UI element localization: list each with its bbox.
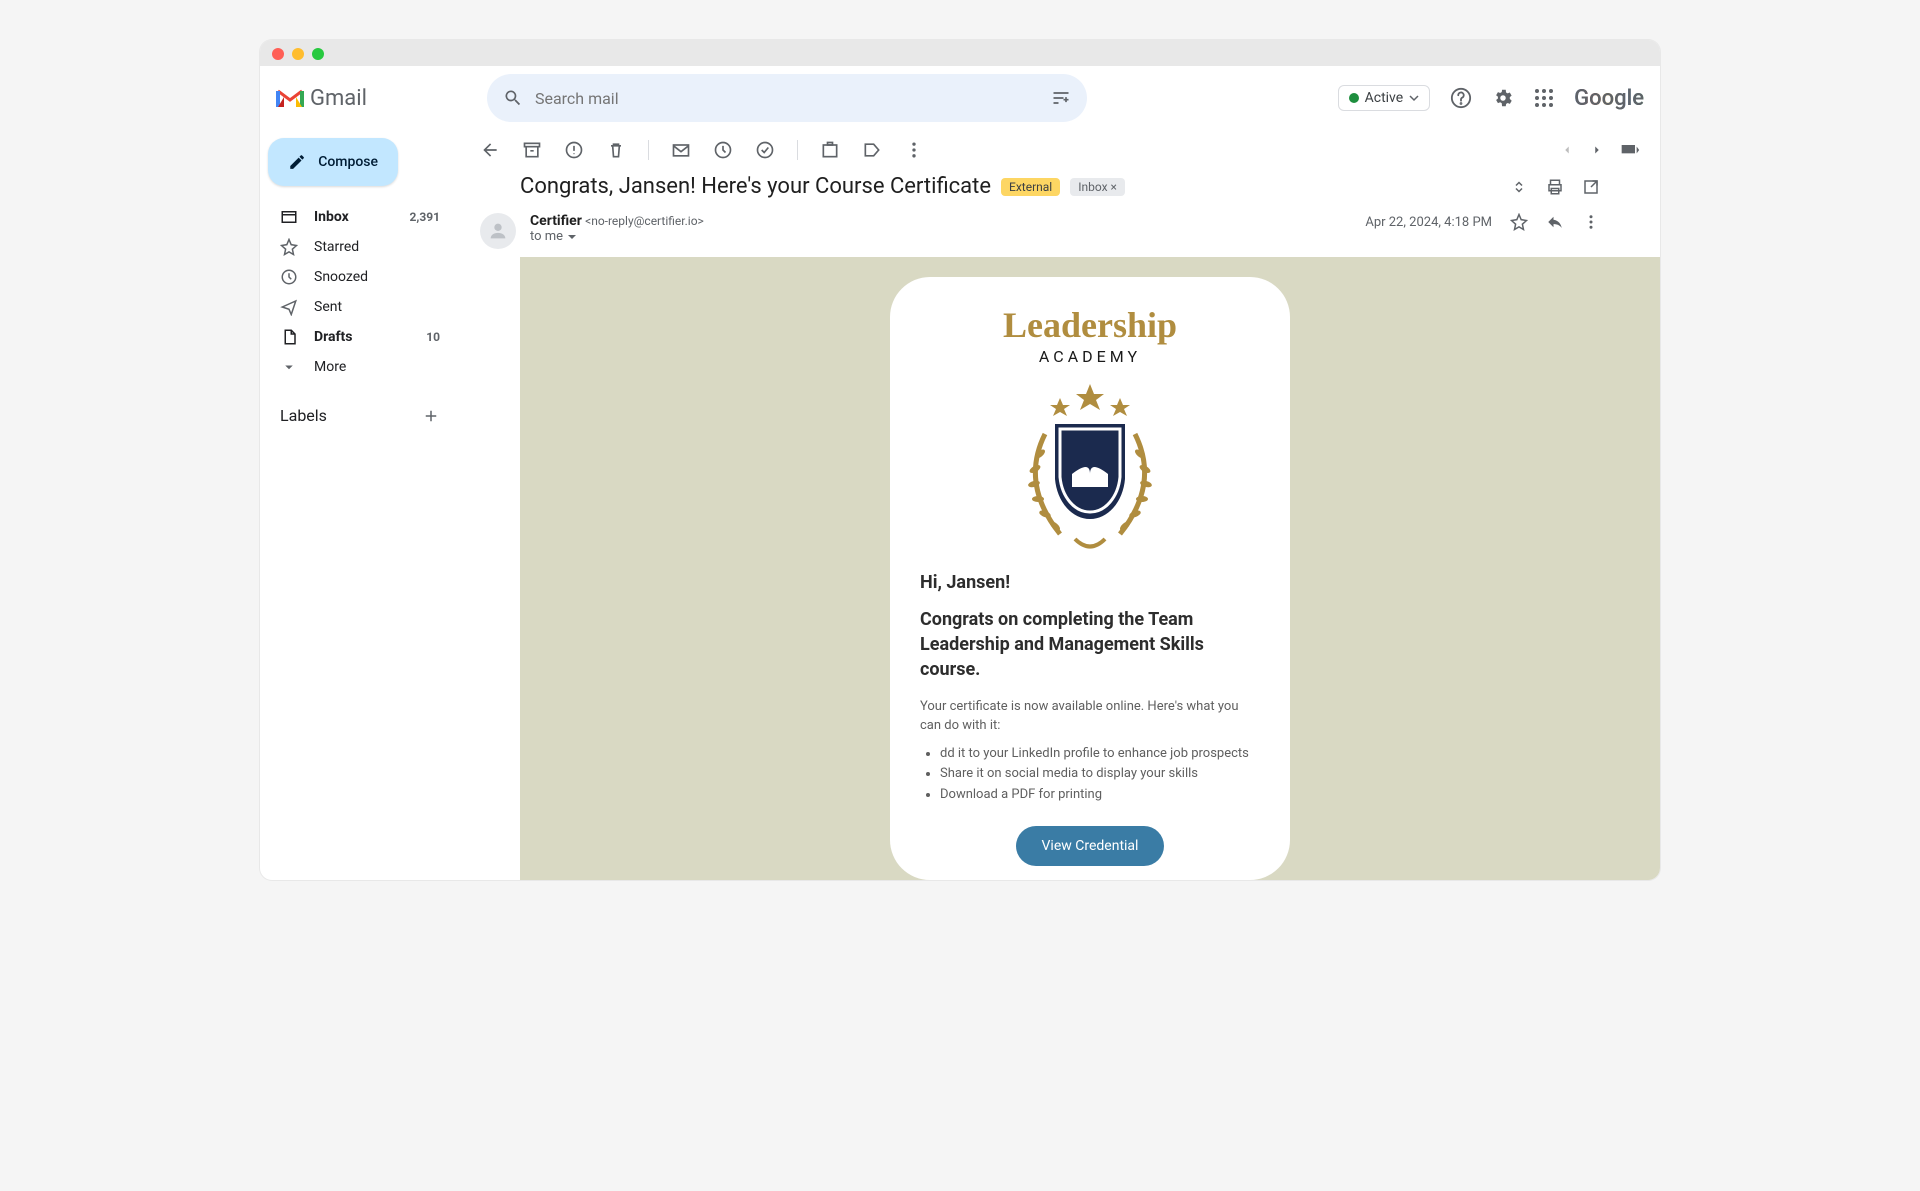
sender-email: <no-reply@certifier.io>	[585, 214, 704, 228]
email-date: Apr 22, 2024, 4:18 PM	[1365, 215, 1492, 230]
divider	[648, 140, 649, 160]
print-icon[interactable]	[1546, 178, 1564, 196]
nav-label: Snoozed	[314, 269, 368, 285]
new-window-icon[interactable]	[1582, 178, 1600, 196]
search-bar[interactable]	[487, 74, 1087, 122]
nav-icon	[280, 238, 298, 256]
snooze-icon[interactable]	[713, 140, 733, 160]
archive-icon[interactable]	[522, 140, 542, 160]
minimize-window-icon[interactable]	[292, 48, 304, 60]
greeting: Hi, Jansen!	[920, 572, 1260, 593]
status-label: Active	[1365, 90, 1404, 106]
external-badge: External	[1001, 178, 1060, 196]
delete-icon[interactable]	[606, 140, 626, 160]
input-tool-icon[interactable]	[1620, 143, 1640, 157]
bullet-item: Share it on social media to display your…	[940, 764, 1260, 785]
labels-icon[interactable]	[862, 140, 882, 160]
academy-crest-icon	[920, 384, 1260, 554]
back-icon[interactable]	[480, 140, 500, 160]
prev-icon[interactable]	[1560, 143, 1574, 157]
nav-label: Drafts	[314, 329, 352, 345]
sidebar: Compose Inbox 2,391 Starred Snoozed Sent Draf…	[260, 130, 460, 880]
status-chip[interactable]: Active	[1338, 85, 1431, 111]
congrats-text: Congrats on completing the Team Leadersh…	[920, 607, 1260, 683]
sender-name: Certifier	[530, 213, 582, 229]
bullet-item: dd it to your LinkedIn profile to enhanc…	[940, 744, 1260, 765]
apps-icon[interactable]	[1534, 88, 1554, 108]
email-toolbar	[460, 130, 1660, 170]
recipient-line[interactable]: to me	[530, 229, 563, 244]
gmail-icon	[276, 87, 304, 109]
sidebar-item-drafts[interactable]: Drafts 10	[268, 322, 452, 352]
reply-icon[interactable]	[1546, 213, 1564, 231]
nav-count: 2,391	[410, 210, 441, 224]
more-icon[interactable]	[904, 140, 924, 160]
settings-icon[interactable]	[1492, 87, 1514, 109]
email-view: Congrats, Jansen! Here's your Course Cer…	[460, 130, 1660, 880]
chevron-down-icon	[1409, 93, 1419, 103]
add-label-icon[interactable]	[422, 407, 440, 425]
titlebar	[260, 40, 1660, 66]
view-credential-button[interactable]: View Credential	[1016, 826, 1165, 866]
help-icon[interactable]	[1450, 87, 1472, 109]
star-icon[interactable]	[1510, 213, 1528, 231]
maximize-window-icon[interactable]	[312, 48, 324, 60]
search-icon	[503, 88, 523, 108]
more-icon[interactable]	[1582, 213, 1600, 231]
nav-label: Inbox	[314, 209, 349, 225]
brand-title: Leadership	[920, 307, 1260, 343]
pencil-icon	[288, 152, 306, 172]
divider	[797, 140, 798, 160]
next-icon[interactable]	[1590, 143, 1604, 157]
mark-unread-icon[interactable]	[671, 140, 691, 160]
nav-icon	[280, 268, 298, 286]
sidebar-item-sent[interactable]: Sent	[268, 292, 452, 322]
nav-label: Sent	[314, 299, 342, 315]
nav-label: More	[314, 359, 346, 375]
sidebar-item-inbox[interactable]: Inbox 2,391	[268, 202, 452, 232]
nav-icon	[280, 208, 298, 226]
sidebar-item-more[interactable]: More	[268, 352, 452, 382]
sidebar-item-snoozed[interactable]: Snoozed	[268, 262, 452, 292]
person-icon	[487, 220, 509, 242]
description-text: Your certificate is now available online…	[920, 697, 1260, 736]
compose-button[interactable]: Compose	[268, 138, 398, 186]
sidebar-item-starred[interactable]: Starred	[268, 232, 452, 262]
window-controls	[272, 48, 324, 60]
compose-label: Compose	[318, 154, 378, 170]
google-logo[interactable]: Google	[1574, 86, 1644, 111]
inbox-badge[interactable]: Inbox ×	[1070, 178, 1125, 196]
nav-icon	[280, 358, 298, 376]
active-indicator-icon	[1349, 93, 1359, 103]
labels-heading: Labels	[280, 406, 327, 425]
sender-avatar	[480, 213, 516, 249]
mail-window: Gmail Active Google Compose	[260, 40, 1660, 880]
spam-icon[interactable]	[564, 140, 584, 160]
app-name: Gmail	[310, 86, 367, 111]
email-body: Leadership ACADEMY	[520, 257, 1660, 880]
move-to-icon[interactable]	[820, 140, 840, 160]
brand-subtitle: ACADEMY	[920, 347, 1260, 366]
nav-icon	[280, 298, 298, 316]
nav-count: 10	[426, 330, 440, 344]
expand-icon[interactable]	[1510, 178, 1528, 196]
close-window-icon[interactable]	[272, 48, 284, 60]
search-options-icon[interactable]	[1051, 88, 1071, 108]
certificate-card: Leadership ACADEMY	[890, 277, 1290, 880]
nav-icon	[280, 328, 298, 346]
search-input[interactable]	[535, 89, 1051, 108]
chevron-down-icon[interactable]	[567, 232, 577, 242]
add-task-icon[interactable]	[755, 140, 775, 160]
nav-label: Starred	[314, 239, 359, 255]
email-subject: Congrats, Jansen! Here's your Course Cer…	[520, 174, 991, 199]
gmail-logo[interactable]: Gmail	[276, 86, 367, 111]
bullet-item: Download a PDF for printing	[940, 785, 1260, 806]
header: Gmail Active Google	[260, 66, 1660, 130]
